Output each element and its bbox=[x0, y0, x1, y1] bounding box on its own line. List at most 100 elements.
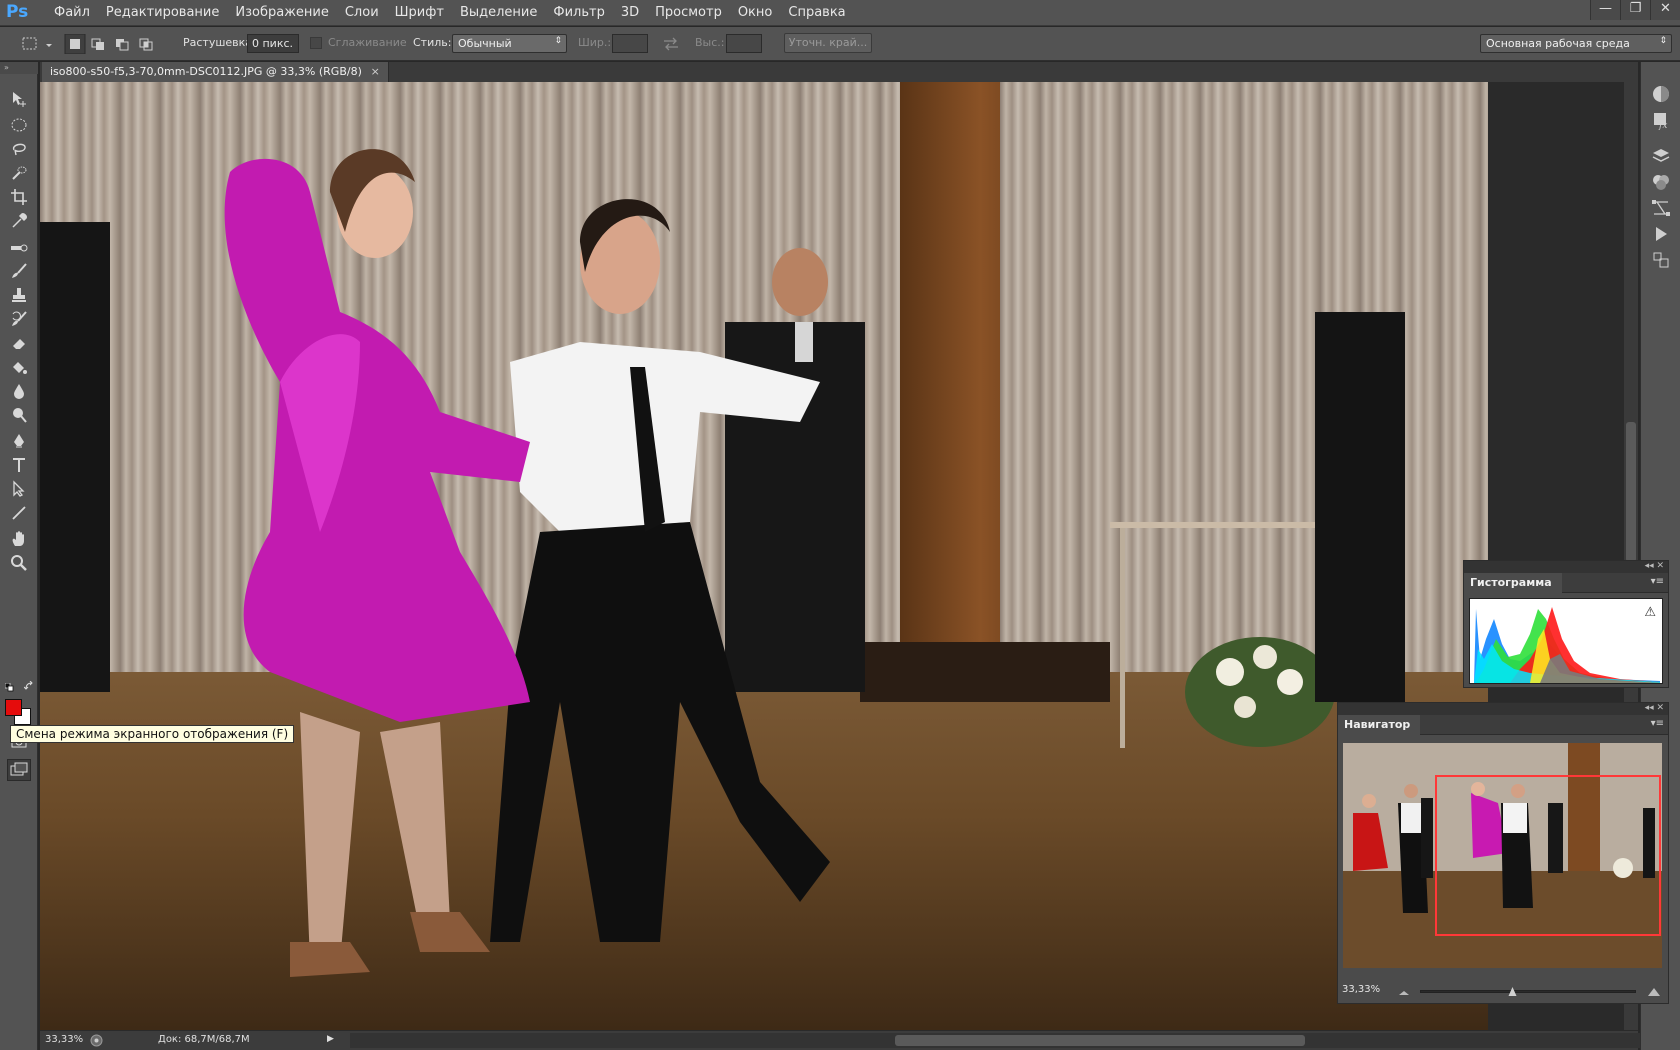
close-button[interactable]: ✕ bbox=[1650, 0, 1680, 20]
dodge-icon[interactable] bbox=[7, 404, 31, 426]
status-bar: 33,33% Док: 68,7M/68,7M ▶ bbox=[40, 1030, 1650, 1050]
healing-icon[interactable] bbox=[7, 236, 31, 258]
lasso-icon[interactable] bbox=[7, 138, 31, 160]
channels-panel-icon[interactable] bbox=[1651, 172, 1671, 192]
restore-button[interactable]: ❐ bbox=[1620, 0, 1650, 20]
move-icon[interactable] bbox=[7, 88, 31, 110]
horizontal-scroll-thumb[interactable] bbox=[895, 1035, 1305, 1046]
crop-icon[interactable] bbox=[7, 186, 31, 208]
style-label: Стиль: bbox=[413, 36, 452, 49]
default-colors-icon[interactable] bbox=[5, 683, 14, 692]
quick-select-icon[interactable] bbox=[7, 162, 31, 184]
workspace-select[interactable]: Основная рабочая среда ⇕ bbox=[1480, 34, 1672, 53]
navigator-zoom-slider-thumb[interactable] bbox=[1508, 986, 1517, 996]
eraser-icon[interactable] bbox=[7, 332, 31, 354]
menu-image[interactable]: Изображение bbox=[227, 0, 336, 26]
height-input[interactable] bbox=[726, 34, 762, 53]
actions-panel-icon[interactable] bbox=[1651, 224, 1671, 244]
path-select-icon[interactable] bbox=[7, 478, 31, 500]
select-arrows-icon: ⇕ bbox=[1659, 36, 1667, 46]
history-brush-icon[interactable] bbox=[7, 308, 31, 330]
navigator-panel-tab[interactable]: Навигатор bbox=[1338, 715, 1421, 735]
navigator-zoom-slider[interactable] bbox=[1420, 990, 1636, 993]
panel-menu-icon[interactable]: ▾≡ bbox=[1651, 718, 1664, 729]
tools-panel: » bbox=[0, 62, 38, 1050]
history-panel-icon[interactable] bbox=[1651, 250, 1671, 270]
menu-edit[interactable]: Редактирование bbox=[98, 0, 227, 26]
info-icon[interactable] bbox=[90, 1034, 103, 1047]
panel-collapse-icon[interactable]: ◂◂ ✕ bbox=[1464, 561, 1668, 573]
histogram-graph: ⚠ bbox=[1469, 598, 1663, 684]
marquee-icon[interactable] bbox=[7, 114, 31, 136]
menu-type[interactable]: Шрифт bbox=[387, 0, 452, 26]
subtract-selection-icon[interactable] bbox=[116, 39, 129, 51]
brush-icon[interactable] bbox=[7, 260, 31, 282]
horizontal-scrollbar[interactable] bbox=[350, 1033, 1650, 1048]
navigator-controls: 33,33% bbox=[1338, 979, 1668, 1003]
tool-preset-picker[interactable] bbox=[18, 34, 58, 54]
marquee-preset-icon bbox=[22, 37, 52, 50]
svg-text:fx: fx bbox=[1658, 121, 1667, 130]
navigator-preview[interactable] bbox=[1343, 743, 1662, 968]
zoom-in-icon[interactable] bbox=[1648, 985, 1660, 997]
status-menu-arrow[interactable]: ▶ bbox=[327, 1034, 334, 1044]
menu-select[interactable]: Выделение bbox=[452, 0, 545, 26]
eyedropper-icon[interactable] bbox=[7, 210, 31, 232]
navigator-panel-header: Навигатор ▾≡ bbox=[1338, 715, 1668, 735]
minimize-button[interactable]: — bbox=[1590, 0, 1620, 20]
new-selection-icon[interactable] bbox=[64, 33, 86, 55]
histogram-panel-header: Гистограмма ▾≡ bbox=[1464, 573, 1668, 593]
menu-window[interactable]: Окно bbox=[730, 0, 781, 26]
navigator-panel: ◂◂ ✕ Навигатор ▾≡ 33,33% bbox=[1337, 702, 1669, 1004]
zoom-icon[interactable] bbox=[7, 552, 31, 574]
paths-panel-icon[interactable] bbox=[1651, 198, 1671, 218]
styles-panel-icon[interactable]: fx bbox=[1651, 110, 1671, 130]
close-tab-icon[interactable]: × bbox=[371, 62, 380, 82]
width-input[interactable] bbox=[612, 34, 648, 53]
window-controls: — ❐ ✕ bbox=[1590, 0, 1680, 20]
options-bar: Растушевка: 0 пикс. Сглаживание Стиль: О… bbox=[0, 27, 1680, 61]
antialias-checkbox[interactable] bbox=[310, 37, 322, 49]
menu-3d[interactable]: 3D bbox=[613, 0, 647, 26]
add-selection-icon[interactable] bbox=[91, 38, 104, 50]
feather-input[interactable]: 0 пикс. bbox=[247, 34, 299, 53]
foreground-color-swatch[interactable] bbox=[5, 699, 22, 716]
status-zoom[interactable]: 33,33% bbox=[45, 1034, 83, 1045]
bucket-icon[interactable] bbox=[7, 356, 31, 378]
menu-file[interactable]: Файл bbox=[46, 0, 98, 26]
navigator-view-box[interactable] bbox=[1435, 775, 1661, 936]
style-select[interactable]: Обычный ⇕ bbox=[452, 34, 567, 53]
layers-panel-icon[interactable] bbox=[1651, 146, 1671, 166]
pen-icon[interactable] bbox=[7, 430, 31, 452]
collapse-toolbar-icon[interactable]: » bbox=[0, 62, 38, 74]
screen-mode-icon[interactable] bbox=[7, 759, 31, 781]
tooltip: Смена режима экранного отображения (F) bbox=[10, 725, 295, 743]
color-panel-icon[interactable] bbox=[1651, 84, 1671, 104]
stamp-icon[interactable] bbox=[7, 284, 31, 306]
cache-warning-icon[interactable]: ⚠ bbox=[1644, 605, 1656, 620]
menu-help[interactable]: Справка bbox=[780, 0, 853, 26]
navigator-zoom-value[interactable]: 33,33% bbox=[1342, 984, 1380, 995]
blur-icon[interactable] bbox=[7, 380, 31, 402]
intersect-selection-icon[interactable] bbox=[139, 38, 153, 51]
menu-filter[interactable]: Фильтр bbox=[545, 0, 612, 26]
hand-icon[interactable] bbox=[7, 528, 31, 550]
zoom-out-icon[interactable] bbox=[1398, 985, 1410, 997]
type-icon[interactable] bbox=[7, 454, 31, 476]
menu-view[interactable]: Просмотр bbox=[647, 0, 730, 26]
feather-label: Растушевка: bbox=[183, 36, 256, 49]
photo-image bbox=[40, 82, 1488, 1030]
document-tab[interactable]: iso800-s50-f5,3-70,0mm-DSC0112.JPG @ 33,… bbox=[42, 62, 389, 82]
vertical-scroll-thumb[interactable] bbox=[1626, 422, 1636, 562]
menu-layers[interactable]: Слои bbox=[337, 0, 387, 26]
menu-items: Файл Редактирование Изображение Слои Шри… bbox=[46, 0, 854, 26]
swap-colors-icon[interactable] bbox=[24, 681, 34, 691]
refine-edge-button[interactable]: Уточн. край... bbox=[784, 33, 872, 53]
panel-collapse-icon[interactable]: ◂◂ ✕ bbox=[1338, 703, 1668, 715]
width-label: Шир.: bbox=[578, 36, 612, 49]
line-icon[interactable] bbox=[7, 502, 31, 524]
histogram-panel-tab[interactable]: Гистограмма bbox=[1464, 573, 1562, 593]
histogram-panel: ◂◂ ✕ Гистограмма ▾≡ ⚠ bbox=[1463, 560, 1669, 688]
swap-dimensions-icon[interactable] bbox=[660, 34, 682, 54]
panel-menu-icon[interactable]: ▾≡ bbox=[1651, 576, 1664, 587]
